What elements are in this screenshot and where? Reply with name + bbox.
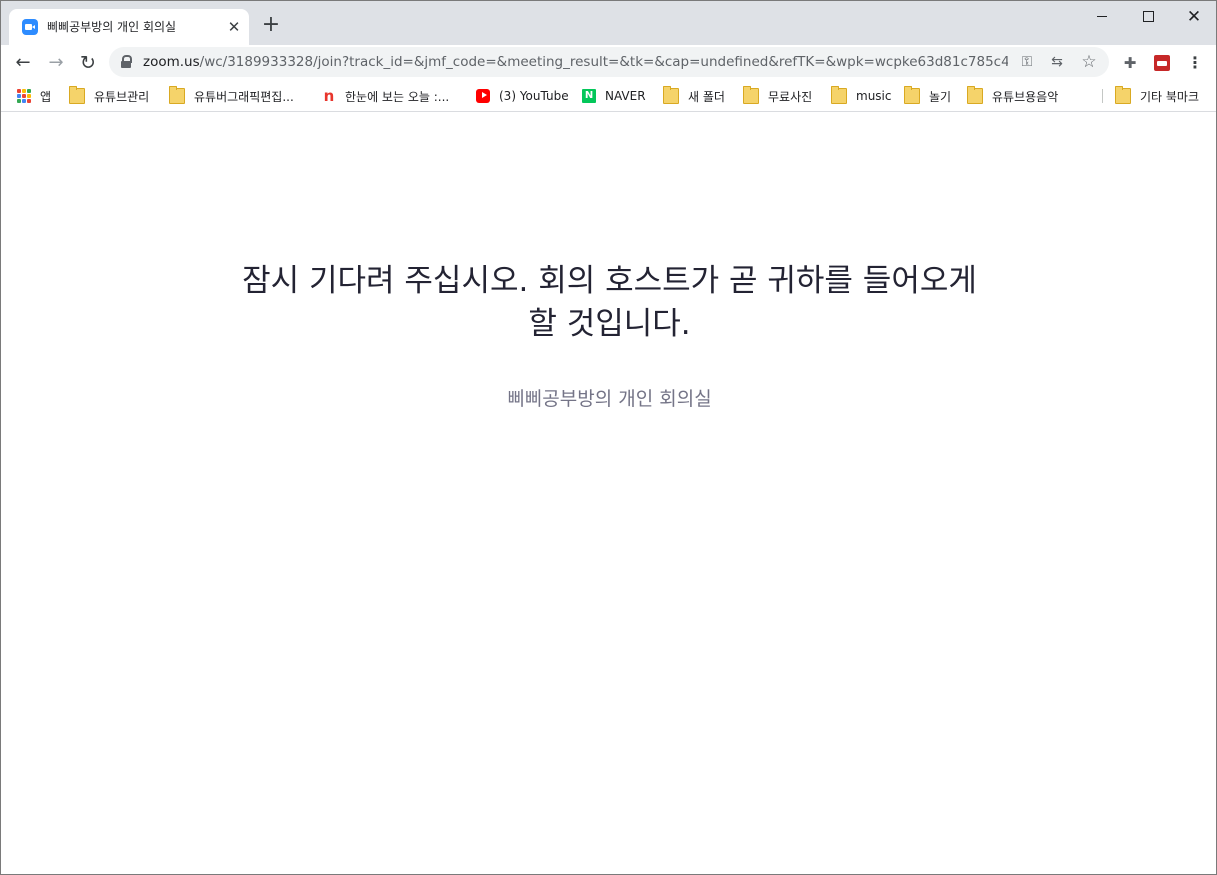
- bookmark-label: 기타 북마크: [1140, 89, 1200, 104]
- bookmark-folder[interactable]: music: [831, 85, 891, 107]
- waiting-message-line1: 잠시 기다려 주십시오. 회의 호스트가 곧 귀하를 들어오게: [242, 263, 977, 299]
- tab-close-icon[interactable]: ✕: [225, 18, 243, 36]
- page-content: 잠시 기다려 주십시오. 회의 호스트가 곧 귀하를 들어오게 할 것입니다. …: [1, 112, 1216, 874]
- bookmarks-bar: 앱 유튜브관리 유튜버그래픽편집... n 한눈에 보는 오늘 :... (3)…: [1, 80, 1216, 112]
- folder-icon: [743, 86, 759, 104]
- address-bar[interactable]: zoom.us/wc/3189933328/join?track_id=&jmf…: [109, 47, 1109, 77]
- browser-toolbar: ← → ↻ zoom.us/wc/3189933328/join?track_i…: [1, 45, 1216, 80]
- bookmark-label: 무료사진: [768, 89, 813, 104]
- folder-icon: [663, 86, 679, 104]
- bookmark-star-icon[interactable]: ☆: [1079, 52, 1099, 72]
- bookmark-folder[interactable]: 유튜버그래픽편집...: [169, 85, 294, 107]
- translate-icon[interactable]: ⇆: [1047, 52, 1067, 72]
- reload-button[interactable]: ↻: [74, 49, 102, 77]
- waiting-room-message: 잠시 기다려 주십시오. 회의 호스트가 곧 귀하를 들어오게 할 것입니다.: [201, 260, 1018, 346]
- lock-icon[interactable]: [121, 55, 132, 68]
- folder-icon: [169, 86, 185, 104]
- key-icon[interactable]: ⚿: [1017, 52, 1037, 72]
- bookmark-label: 유튜브용음악: [992, 89, 1059, 104]
- zoom-favicon-icon: [22, 19, 38, 35]
- url-text[interactable]: zoom.us/wc/3189933328/join?track_id=&jmf…: [143, 54, 1008, 70]
- browser-menu-icon[interactable]: ⋮: [1184, 52, 1206, 74]
- folder-icon: [1115, 86, 1131, 104]
- minimize-button[interactable]: [1079, 3, 1125, 31]
- bookmark-link[interactable]: n 한눈에 보는 오늘 :...: [322, 85, 450, 107]
- bookmarks-divider: [1102, 89, 1103, 103]
- bookmark-label: 새 폴더: [688, 89, 725, 104]
- bookmark-folder[interactable]: 유튜브관리: [69, 85, 149, 107]
- bookmark-link[interactable]: (3) YouTube: [476, 85, 569, 107]
- bookmark-other[interactable]: 기타 북마크: [1115, 85, 1199, 107]
- waiting-message-line2: 할 것입니다.: [528, 306, 691, 342]
- bookmark-label: 유튜브관리: [94, 89, 150, 104]
- naver-icon: N: [582, 89, 596, 103]
- minimize-icon: [1097, 16, 1107, 17]
- folder-icon: [69, 86, 85, 104]
- meeting-name: 삐삐공부방의 개인 회의실: [507, 388, 712, 410]
- forward-button[interactable]: →: [42, 49, 70, 77]
- close-icon: ✕: [1186, 7, 1202, 27]
- tab-strip: 삐삐공부방의 개인 회의실 ✕ + ✕: [1, 1, 1216, 45]
- extensions-puzzle-icon[interactable]: ✚: [1119, 52, 1141, 74]
- bookmark-folder[interactable]: 새 폴더: [663, 85, 725, 107]
- tab-zoom-meeting[interactable]: 삐삐공부방의 개인 회의실 ✕: [9, 9, 249, 45]
- folder-icon: [904, 86, 920, 104]
- n-logo-icon: n: [323, 87, 335, 105]
- apps-grid-icon: [17, 89, 31, 103]
- folder-icon: [967, 86, 983, 104]
- bookmark-folder[interactable]: 유튜브용음악: [967, 85, 1058, 107]
- browser-window: 삐삐공부방의 개인 회의실 ✕ + ✕ ← → ↻ zoom.us/wc/318…: [0, 0, 1217, 875]
- bookmark-folder[interactable]: 놀기: [904, 85, 951, 107]
- folder-icon: [831, 86, 847, 104]
- back-button[interactable]: ←: [9, 49, 37, 77]
- bookmark-label: music: [856, 89, 892, 103]
- url-path: /wc/3189933328/join?track_id=&jmf_code=&…: [199, 54, 1008, 70]
- bookmark-label: 유튜버그래픽편집...: [194, 89, 294, 104]
- bookmark-label: 한눈에 보는 오늘 :...: [345, 89, 450, 104]
- bookmark-label: 앱: [40, 89, 52, 104]
- tab-title: 삐삐공부방의 개인 회의실: [47, 20, 177, 34]
- window-close-button[interactable]: ✕: [1171, 3, 1216, 31]
- bookmark-label: 놀기: [929, 89, 952, 104]
- bookmark-folder[interactable]: 무료사진: [743, 85, 812, 107]
- url-host: zoom.us: [143, 54, 200, 70]
- bookmark-link[interactable]: N NAVER: [582, 85, 646, 107]
- bookmark-label: (3) YouTube: [499, 89, 569, 103]
- maximize-icon: [1143, 11, 1154, 22]
- new-tab-button[interactable]: +: [260, 14, 282, 36]
- bookmark-apps[interactable]: 앱: [17, 85, 51, 107]
- youtube-icon: [476, 89, 490, 103]
- maximize-button[interactable]: [1125, 3, 1171, 31]
- bookmark-label: NAVER: [605, 89, 646, 103]
- extension-icon[interactable]: [1151, 52, 1173, 74]
